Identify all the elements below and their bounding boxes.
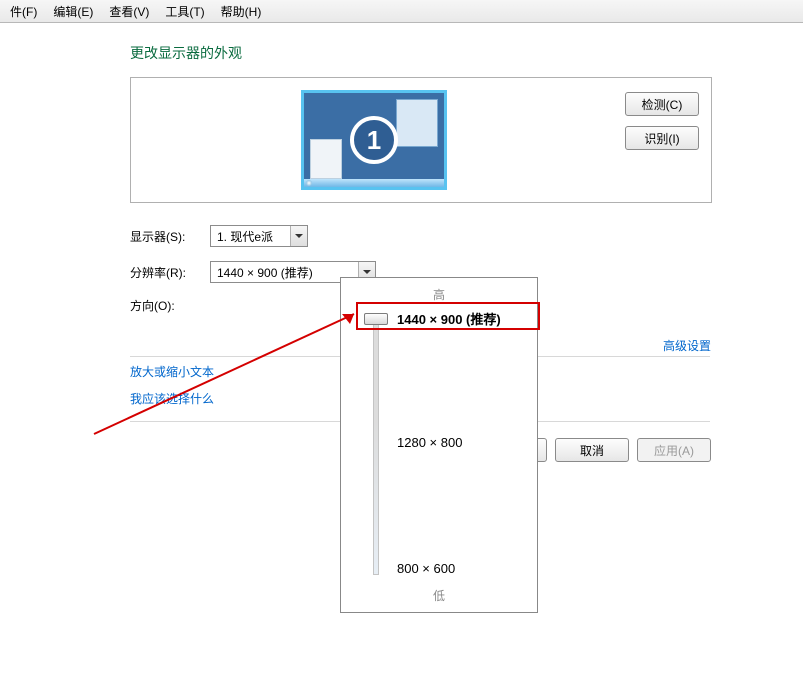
- resolution-slider-popup: 高 1440 × 900 (推荐) 1280 × 800 800 × 600 低: [340, 277, 538, 613]
- identify-button[interactable]: 识别(I): [625, 126, 699, 150]
- advanced-settings-link[interactable]: 高级设置: [663, 337, 711, 354]
- which-settings-link[interactable]: 我应该选择什么: [130, 390, 214, 407]
- detect-button[interactable]: 检测(C): [625, 92, 699, 116]
- monitor-side-buttons: 检测(C) 识别(I): [625, 92, 699, 150]
- identify-button-label: 识别(I): [644, 132, 679, 146]
- slider-high-label: 高: [341, 286, 537, 303]
- monitor-arrangement-box: 1 检测(C) 识别(I): [130, 77, 712, 203]
- slider-option-1440x900[interactable]: 1440 × 900 (推荐): [397, 309, 501, 328]
- chevron-down-icon: [290, 226, 307, 246]
- menu-help[interactable]: 帮助(H): [213, 1, 270, 22]
- preview-taskbar-icon: [304, 179, 444, 187]
- display-combobox[interactable]: 1. 现代e派: [210, 225, 308, 247]
- detect-button-label: 检测(C): [642, 98, 683, 112]
- preview-start-icon: [306, 180, 312, 186]
- slider-low-label: 低: [341, 587, 537, 604]
- monitor-number-badge: 1: [350, 116, 398, 164]
- monitor-preview-1[interactable]: 1: [301, 90, 447, 190]
- preview-window2-icon: [310, 139, 342, 179]
- cancel-button[interactable]: 取消: [555, 438, 629, 462]
- menu-file[interactable]: 件(F): [2, 1, 45, 22]
- slider-track: [373, 317, 379, 575]
- slider-thumb[interactable]: [364, 313, 388, 325]
- display-combobox-value: 1. 现代e派: [217, 228, 273, 245]
- menubar: 件(F) 编辑(E) 查看(V) 工具(T) 帮助(H): [0, 0, 803, 23]
- preview-window-icon: [396, 99, 438, 147]
- page-title: 更改显示器的外观: [130, 43, 803, 63]
- apply-button-label: 应用(A): [654, 444, 694, 458]
- slider-option-1280x800[interactable]: 1280 × 800: [397, 435, 462, 450]
- slider-option-800x600[interactable]: 800 × 600: [397, 561, 455, 576]
- apply-button: 应用(A): [637, 438, 711, 462]
- orientation-label: 方向(O):: [130, 297, 210, 314]
- cancel-button-label: 取消: [580, 444, 604, 458]
- menu-edit[interactable]: 编辑(E): [45, 1, 101, 22]
- resolution-label: 分辨率(R):: [130, 264, 210, 281]
- menu-tools[interactable]: 工具(T): [157, 1, 212, 22]
- resolution-slider[interactable]: 1440 × 900 (推荐) 1280 × 800 800 × 600: [341, 307, 537, 583]
- content-area: 更改显示器的外观 1 检测(C) 识别(I) 显示器(S): 1. 现代e派 分…: [0, 23, 803, 314]
- display-label: 显示器(S):: [130, 228, 210, 245]
- zoom-text-link[interactable]: 放大或缩小文本: [130, 363, 214, 380]
- resolution-combobox-value: 1440 × 900 (推荐): [217, 264, 313, 281]
- menu-view[interactable]: 查看(V): [101, 1, 157, 22]
- help-links: 放大或缩小文本 我应该选择什么: [130, 363, 214, 417]
